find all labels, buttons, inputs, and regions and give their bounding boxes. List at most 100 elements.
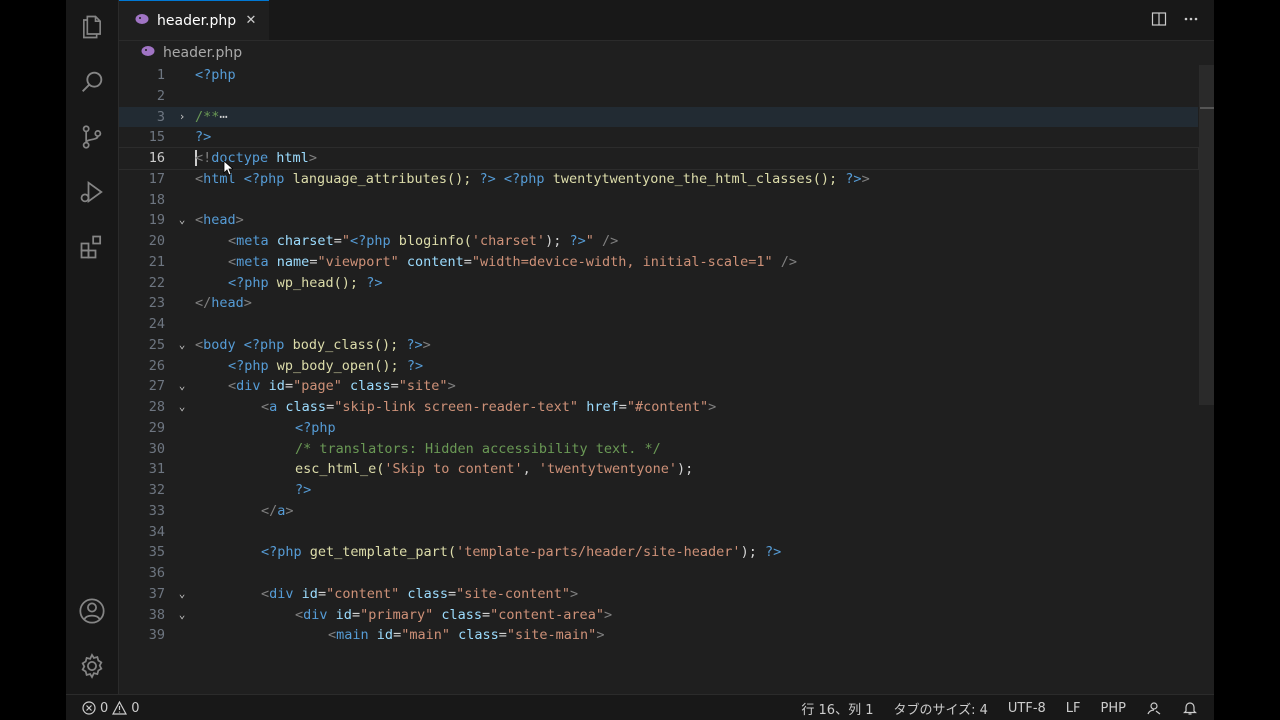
code-token: = — [498, 627, 507, 644]
code-line[interactable]: 37 ⌄ <div id="content" class="site-content… — [119, 584, 1198, 605]
code-line[interactable]: 23 </head> — [119, 293, 1198, 314]
code-line[interactable]: 38 ⌄ <div id="primary" class="content-area… — [119, 605, 1198, 626]
code-text: <?php get_template_part('template-parts/… — [195, 542, 781, 563]
bell-icon[interactable] — [1182, 700, 1198, 716]
code-token: = — [618, 399, 627, 415]
code-line[interactable]: 18 — [119, 190, 1198, 211]
cursor-position[interactable]: 行 16、列 1 — [801, 699, 873, 718]
chevron-down-icon[interactable]: ⌄ — [175, 584, 189, 605]
code-line[interactable]: 34 — [119, 522, 1198, 543]
code-token: < — [195, 336, 204, 353]
code-line[interactable]: 17 <html <?php language_attributes(); ?> … — [119, 169, 1198, 190]
code-text: <div id="page" class="site"> — [195, 376, 456, 397]
chevron-down-icon[interactable]: ⌄ — [175, 210, 189, 231]
files-icon[interactable] — [76, 11, 108, 43]
code-token: > — [708, 399, 717, 415]
code-token: "viewport" — [317, 253, 399, 270]
code-token: > — [285, 502, 294, 519]
code-token: , — [522, 461, 539, 478]
breadcrumb-file[interactable]: header.php — [163, 45, 242, 61]
tab-bar: header.php ✕ — [119, 0, 1214, 41]
code-token: <?php — [503, 170, 545, 187]
code-line[interactable]: 28 ⌄ <a class="skip-link screen-reader-tex… — [119, 397, 1198, 418]
line-number: 37 — [148, 585, 165, 602]
chevron-down-icon[interactable]: ⌄ — [175, 397, 189, 418]
line-number: 36 — [148, 565, 165, 581]
tab-header-php[interactable]: header.php ✕ — [119, 0, 269, 40]
code-token: ); — [677, 461, 694, 478]
line-number: 2 — [156, 87, 165, 104]
code-token: <?php — [195, 67, 236, 83]
code-token: > — [447, 378, 456, 395]
end-of-line[interactable]: LF — [1066, 701, 1081, 716]
more-actions-icon[interactable] — [1182, 10, 1200, 28]
chevron-right-icon[interactable]: › — [175, 107, 189, 128]
code-token: 'charset' — [471, 233, 546, 249]
code-line[interactable]: 30 /* translators: Hidden accessibility t… — [119, 439, 1198, 460]
extensions-icon[interactable] — [76, 231, 108, 263]
chevron-down-icon[interactable]: ⌄ — [175, 376, 189, 397]
vertical-scrollbar[interactable] — [1199, 65, 1214, 405]
code-token: "skip-link screen-reader-text" — [334, 399, 579, 415]
line-number: 20 — [148, 233, 165, 249]
code-line-current[interactable]: 16 <!doctype html> — [118, 147, 1199, 170]
code-token: > — [422, 336, 431, 353]
problems-indicator[interactable]: 0 0 — [82, 701, 140, 716]
run-debug-icon[interactable] — [76, 176, 108, 208]
code-text: <div id="primary" class="content-area"> — [195, 605, 612, 626]
code-line[interactable]: 2 — [119, 86, 1198, 107]
error-icon — [82, 701, 96, 715]
folded-ellipsis[interactable]: ⋯ — [219, 109, 227, 125]
code-token: id — [376, 627, 394, 644]
code-text: <?php — [195, 65, 236, 86]
code-line[interactable]: 19 ⌄ <head> — [119, 210, 1198, 231]
code-text: </head> — [195, 293, 252, 314]
split-editor-icon[interactable] — [1150, 10, 1168, 28]
close-icon[interactable]: ✕ — [241, 11, 261, 31]
code-token: > — [861, 170, 870, 187]
code-token: "primary" — [360, 606, 434, 623]
code-token: ?> — [479, 170, 496, 187]
code-editor[interactable]: 1 <?php 2 3 ›/**⋯ 15 ?> 16 <!doctype html> 1… — [118, 65, 1199, 665]
feedback-icon[interactable] — [1146, 700, 1162, 716]
code-line[interactable]: 29 <?php — [119, 418, 1198, 439]
code-token: "content" — [326, 585, 400, 602]
code-line[interactable]: 22 <?php wp_head(); ?> — [119, 273, 1198, 294]
code-line[interactable]: 33 </a> — [119, 501, 1198, 522]
line-number: 26 — [148, 357, 165, 374]
code-token: ?> — [295, 482, 312, 498]
code-line[interactable]: 26 <?php wp_body_open(); ?> — [119, 356, 1198, 377]
code-line[interactable]: 36 — [119, 563, 1198, 584]
tab-size[interactable]: タブのサイズ: 4 — [893, 699, 987, 718]
gear-icon[interactable] — [76, 650, 108, 682]
code-line[interactable]: 3 › /**⋯ — [119, 106, 1198, 128]
code-line[interactable]: 21 <meta name="viewport" content="width=d… — [119, 252, 1198, 273]
tab-label: header.php — [157, 12, 237, 29]
source-control-icon[interactable] — [76, 121, 108, 153]
code-line[interactable]: 32 ?> — [119, 480, 1198, 501]
account-icon[interactable] — [76, 595, 108, 627]
language-mode[interactable]: PHP — [1101, 701, 1126, 716]
code-line[interactable]: 39 <main id="main" class="site-main"> — [119, 625, 1198, 646]
chevron-down-icon[interactable]: ⌄ — [175, 335, 189, 356]
code-line[interactable]: 24 — [119, 314, 1198, 335]
code-token: "site" — [398, 378, 448, 395]
search-icon[interactable] — [76, 66, 108, 98]
code-line[interactable]: 35 <?php get_template_part('template-part… — [119, 542, 1198, 563]
code-token: id — [301, 585, 318, 602]
code-line[interactable]: 25 ⌄ <body <?php body_class(); ?>> — [119, 335, 1198, 356]
code-line[interactable]: 20 <meta charset="<?php bloginfo('charset… — [119, 231, 1198, 252]
chevron-down-icon[interactable]: ⌄ — [175, 605, 189, 626]
code-token: class — [407, 585, 449, 602]
error-count: 0 — [100, 700, 109, 716]
code-line[interactable]: 1 <?php — [119, 65, 1198, 86]
code-text: <html <?php language_attributes(); ?> <?… — [195, 169, 870, 190]
code-line[interactable]: 15 ?> — [119, 127, 1198, 148]
code-line[interactable]: 31 esc_html_e('Skip to content', 'twentyt… — [119, 459, 1198, 480]
encoding[interactable]: UTF-8 — [1008, 701, 1046, 716]
code-line[interactable]: 27 ⌄ <div id="page" class="site"> — [119, 376, 1198, 397]
